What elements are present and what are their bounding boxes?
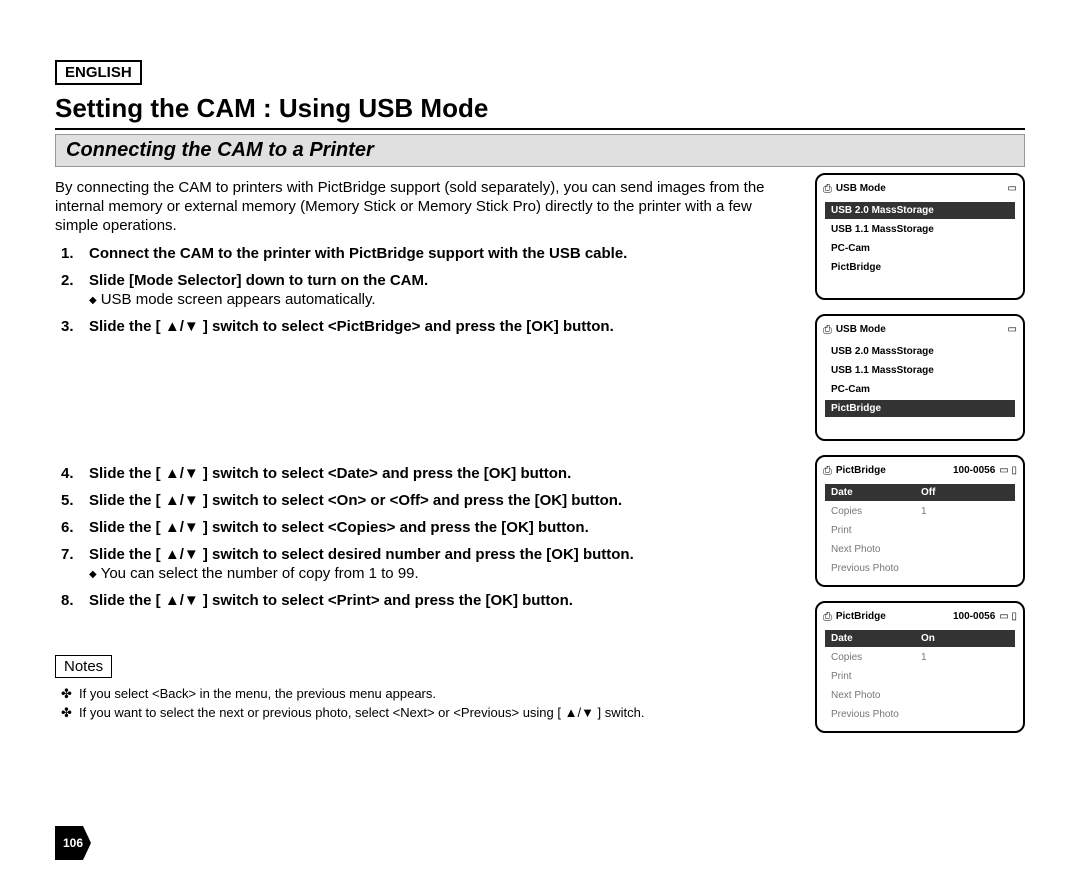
menu-item-next: Next Photo	[825, 687, 1015, 704]
screen-body: USB 2.0 MassStorage USB 1.1 MassStorage …	[817, 202, 1023, 298]
step-number: 5.	[61, 492, 74, 509]
menu-item-prev: Previous Photo	[825, 706, 1015, 723]
notes-heading: Notes	[55, 655, 112, 678]
menu-item: PC-Cam	[825, 240, 1015, 257]
screen-header: USB Mode ▭	[817, 175, 1023, 200]
note-item: If you want to select the next or previo…	[55, 705, 779, 720]
step-number: 3.	[61, 318, 74, 335]
menu-item: PC-Cam	[825, 381, 1015, 398]
note-item: If you select <Back> in the menu, the pr…	[55, 686, 779, 701]
battery-icon: ▭	[1008, 324, 1017, 335]
step-7-sub: You can select the number of copy from 1…	[89, 565, 779, 582]
menu-item: USB 2.0 MassStorage	[825, 202, 1015, 219]
menu-item-date: Date On	[825, 630, 1015, 647]
screen-header: PictBridge 100-0056 ▭ ▯	[817, 457, 1023, 482]
menu-item: PictBridge	[825, 259, 1015, 276]
step-number: 7.	[61, 546, 74, 563]
battery-icon: ▭ ▯	[999, 465, 1017, 476]
menu-item-copies: Copies 1	[825, 649, 1015, 666]
step-8: 8. Slide the [ ▲/▼ ] switch to select <P…	[55, 592, 779, 609]
device-screen-5: 5 PictBridge 100-0056 ▭ ▯ Date On Cop	[815, 601, 1025, 733]
battery-icon: ▭	[1008, 183, 1017, 194]
screen-header: USB Mode ▭	[817, 316, 1023, 341]
step-5: 5. Slide the [ ▲/▼ ] switch to select <O…	[55, 492, 779, 509]
intro-text: By connecting the CAM to printers with P…	[55, 179, 779, 235]
menu-item-copies: Copies 1	[825, 503, 1015, 520]
usb-icon	[823, 179, 836, 197]
step-number: 6.	[61, 519, 74, 536]
screen-column: 2 USB Mode ▭ USB 2.0 MassStorage USB 1.1…	[793, 173, 1025, 747]
screen-title: USB Mode	[836, 183, 1004, 194]
menu-item-prev: Previous Photo	[825, 560, 1015, 577]
page-title: Setting the CAM : Using USB Mode	[55, 93, 1025, 130]
page-subtitle: Connecting the CAM to a Printer	[55, 134, 1025, 167]
device-screen-3: 3 USB Mode ▭ USB 2.0 MassStorage USB 1.1…	[815, 314, 1025, 441]
printer-icon	[823, 461, 836, 479]
usb-icon	[823, 320, 836, 338]
step-list: 1. Connect the CAM to the printer with P…	[55, 245, 779, 335]
menu-item-print: Print	[825, 668, 1015, 685]
printer-icon	[823, 607, 836, 625]
screen-title: PictBridge	[836, 465, 947, 476]
step-list-cont: 4. Slide the [ ▲/▼ ] switch to select <D…	[55, 465, 779, 609]
screen-body: USB 2.0 MassStorage USB 1.1 MassStorage …	[817, 343, 1023, 439]
device-screen-4: 4 PictBridge 100-0056 ▭ ▯ Date Off Co	[815, 455, 1025, 587]
step-number: 1.	[61, 245, 74, 262]
file-id: 100-0056	[953, 465, 995, 476]
step-2-sub: USB mode screen appears automatically.	[89, 291, 779, 308]
step-number: 4.	[61, 465, 74, 482]
step-6: 6. Slide the [ ▲/▼ ] switch to select <C…	[55, 519, 779, 536]
menu-item-date: Date Off	[825, 484, 1015, 501]
step-4: 4. Slide the [ ▲/▼ ] switch to select <D…	[55, 465, 779, 482]
screen-title: PictBridge	[836, 611, 947, 622]
step-number: 2.	[61, 272, 74, 289]
step-7: 7. Slide the [ ▲/▼ ] switch to select de…	[55, 546, 779, 582]
device-screen-2: 2 USB Mode ▭ USB 2.0 MassStorage USB 1.1…	[815, 173, 1025, 300]
menu-item: USB 1.1 MassStorage	[825, 362, 1015, 379]
screen-title: USB Mode	[836, 324, 1004, 335]
instruction-column: By connecting the CAM to printers with P…	[55, 173, 793, 747]
page-number-badge: 106	[55, 826, 91, 860]
menu-item: USB 2.0 MassStorage	[825, 343, 1015, 360]
language-badge: ENGLISH	[55, 60, 142, 85]
menu-item: PictBridge	[825, 400, 1015, 417]
step-number: 8.	[61, 592, 74, 609]
screen-body: Date Off Copies 1 Print Next Photo	[817, 484, 1023, 585]
menu-item: USB 1.1 MassStorage	[825, 221, 1015, 238]
manual-page: ENGLISH Setting the CAM : Using USB Mode…	[0, 0, 1080, 880]
menu-item-next: Next Photo	[825, 541, 1015, 558]
step-3: 3. Slide the [ ▲/▼ ] switch to select <P…	[55, 318, 779, 335]
notes-list: If you select <Back> in the menu, the pr…	[55, 686, 779, 720]
screen-body: Date On Copies 1 Print Next Photo	[817, 630, 1023, 731]
file-id: 100-0056	[953, 611, 995, 622]
battery-icon: ▭ ▯	[999, 611, 1017, 622]
step-2: 2. Slide [Mode Selector] down to turn on…	[55, 272, 779, 308]
step-1: 1. Connect the CAM to the printer with P…	[55, 245, 779, 262]
menu-item-print: Print	[825, 522, 1015, 539]
screen-header: PictBridge 100-0056 ▭ ▯	[817, 603, 1023, 628]
page-number: 106	[55, 826, 91, 860]
